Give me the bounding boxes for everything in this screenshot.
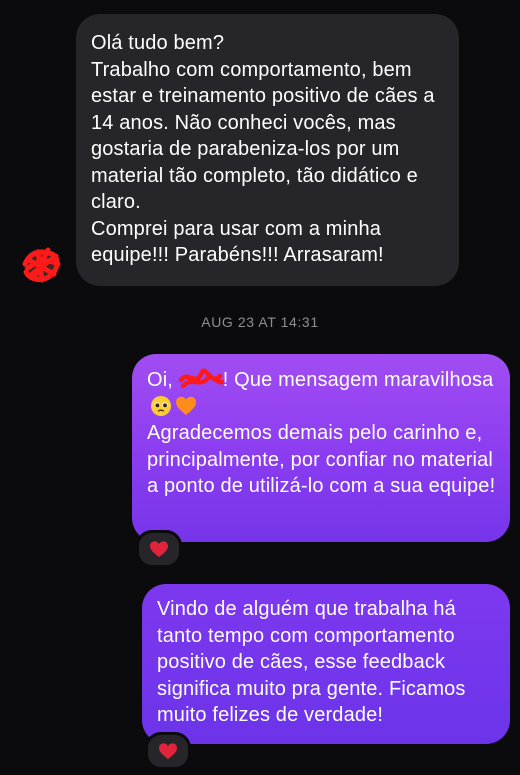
greeting-prefix: Oi,: [147, 369, 174, 391]
outgoing-message-body: Agradecemos demais pelo carinho e, princ…: [147, 422, 496, 497]
outgoing-message-greeting: Oi, ! Que mensagem maravilhosa: [147, 367, 498, 420]
message-reaction[interactable]: [136, 530, 182, 568]
incoming-message-line: Comprei para usar com a minha equipe!!! …: [91, 217, 384, 267]
red-heart-icon: [150, 541, 168, 557]
outgoing-message-bubble[interactable]: Oi, ! Que mensagem maravilhosa Agradecem…: [132, 354, 510, 542]
redacted-name: [178, 368, 224, 390]
incoming-message-line: Olá tudo bem?: [91, 32, 225, 54]
greeting-suffix: ! Que mensagem maravilhosa: [222, 369, 494, 391]
incoming-message-line: Trabalho com comportamento, bem estar e …: [91, 58, 435, 214]
message-reaction[interactable]: [145, 732, 191, 770]
outgoing-message-body: Vindo de alguém que trabalha há tanto te…: [157, 598, 466, 726]
red-heart-icon: [159, 743, 177, 759]
message-timestamp: AUG 23 AT 14:31: [201, 314, 319, 330]
orange-heart-icon: [175, 395, 197, 417]
incoming-message-bubble[interactable]: Olá tudo bem? Trabalho com comportamento…: [76, 14, 459, 286]
redacted-avatar-icon: [22, 247, 61, 283]
sender-avatar[interactable]: [20, 244, 64, 284]
pleading-face-icon: [150, 395, 172, 417]
outgoing-message-bubble[interactable]: Vindo de alguém que trabalha há tanto te…: [142, 584, 510, 744]
